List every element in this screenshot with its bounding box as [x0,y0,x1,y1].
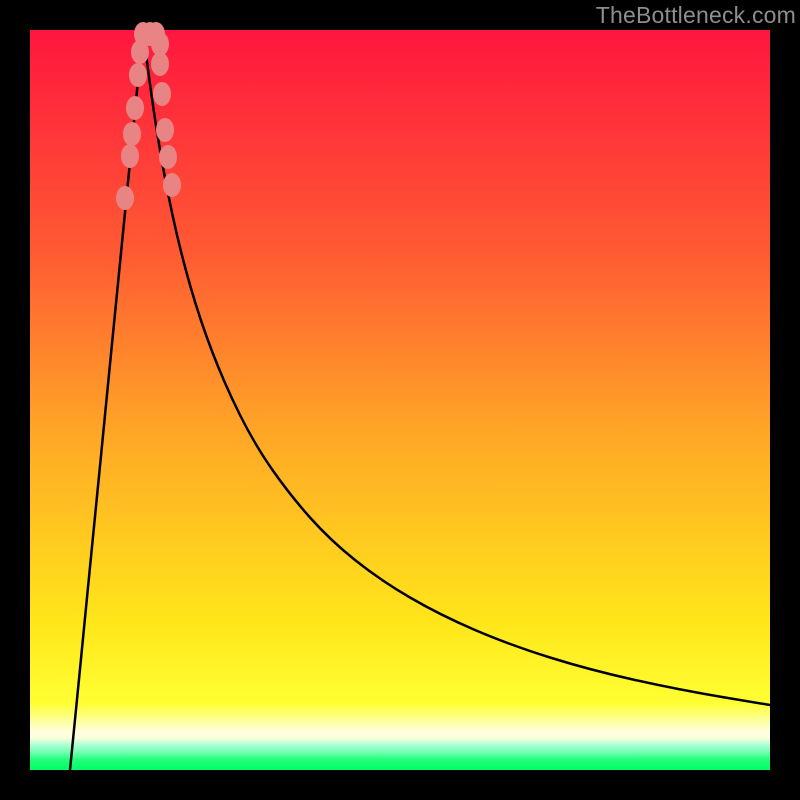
data-marker [129,63,147,87]
data-marker [156,118,174,142]
data-marker [151,52,169,76]
watermark-text: TheBottleneck.com [596,2,796,29]
data-marker [153,82,171,106]
curve-right-branch [143,30,770,705]
plot-area [30,30,770,770]
data-marker [163,173,181,197]
data-markers [116,22,181,210]
chart-svg [30,30,770,770]
data-marker [123,122,141,146]
data-marker [116,186,134,210]
data-marker [126,96,144,120]
data-marker [121,144,139,168]
data-marker [159,145,177,169]
chart-frame: TheBottleneck.com [0,0,800,800]
